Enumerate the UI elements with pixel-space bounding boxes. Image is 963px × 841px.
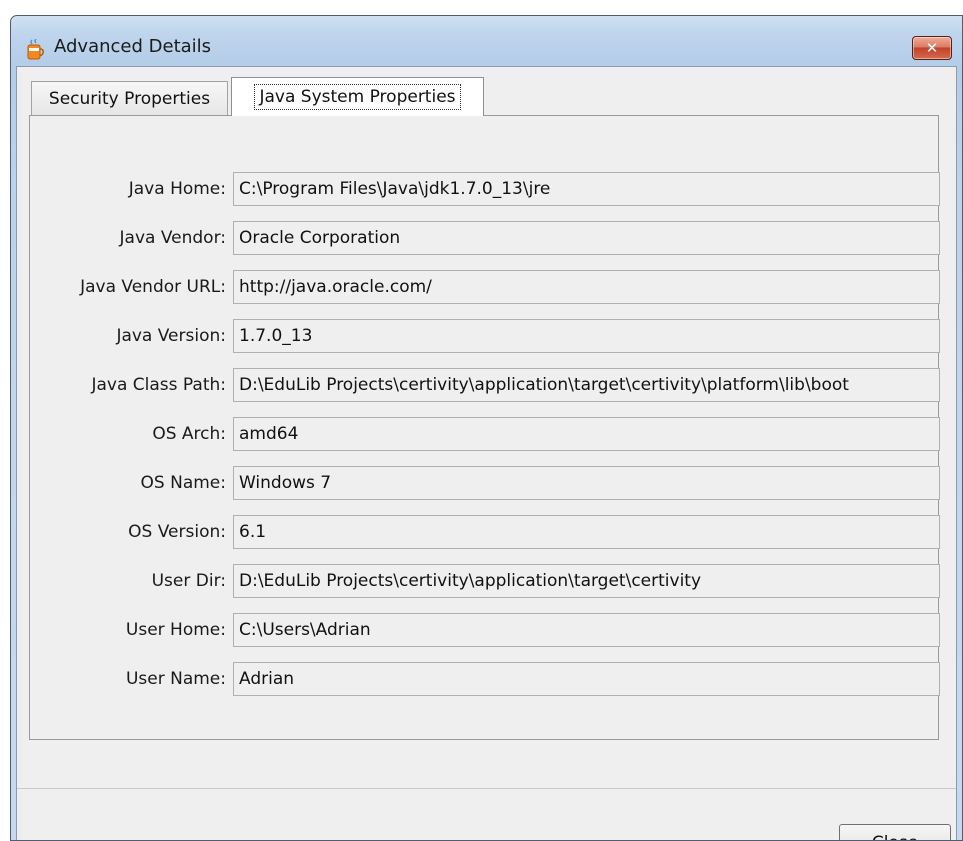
user-dir-field[interactable]: D:\EduLib Projects\certivity\application… xyxy=(233,564,940,598)
tab-label: Java System Properties xyxy=(254,84,461,110)
property-row-user-name: User Name: Adrian xyxy=(30,662,940,696)
dialog-content: Security Properties Java System Properti… xyxy=(16,66,957,840)
java-vendor-field[interactable]: Oracle Corporation xyxy=(233,221,940,255)
java-system-properties-panel: Java Home: C:\Program Files\Java\jdk1.7.… xyxy=(29,115,940,740)
property-label: User Home: xyxy=(125,620,226,640)
property-label: OS Name: xyxy=(140,473,226,493)
property-label: Java Home: xyxy=(128,179,226,199)
property-row-java-class-path: Java Class Path: D:\EduLib Projects\cert… xyxy=(30,368,940,402)
java-vendor-url-field[interactable]: http://java.oracle.com/ xyxy=(233,270,940,304)
tab-label: Security Properties xyxy=(48,88,211,109)
property-row-java-home: Java Home: C:\Program Files\Java\jdk1.7.… xyxy=(30,172,940,206)
property-row-user-dir: User Dir: D:\EduLib Projects\certivity\a… xyxy=(30,564,940,598)
property-label: Java Class Path: xyxy=(91,375,226,395)
java-class-path-field[interactable]: D:\EduLib Projects\certivity\application… xyxy=(233,368,940,402)
property-label: Java Vendor: xyxy=(119,228,226,248)
close-window-button[interactable]: ✕ xyxy=(912,36,952,60)
property-row-os-arch: OS Arch: amd64 xyxy=(30,417,940,451)
user-home-field[interactable]: C:\Users\Adrian xyxy=(233,613,940,647)
property-label: Java Version: xyxy=(116,326,226,346)
property-label: User Dir: xyxy=(151,571,226,591)
property-label: OS Arch: xyxy=(152,424,226,444)
property-row-os-name: OS Name: Windows 7 xyxy=(30,466,940,500)
tab-security-properties[interactable]: Security Properties xyxy=(31,81,228,115)
property-row-java-vendor-url: Java Vendor URL: http://java.oracle.com/ xyxy=(30,270,940,304)
tab-java-system-properties[interactable]: Java System Properties xyxy=(231,77,484,116)
user-name-field[interactable]: Adrian xyxy=(233,662,940,696)
property-label: Java Vendor URL: xyxy=(80,277,226,297)
close-button[interactable]: Close xyxy=(839,824,951,840)
java-home-field[interactable]: C:\Program Files\Java\jdk1.7.0_13\jre xyxy=(233,172,940,206)
java-cup-icon xyxy=(27,39,44,60)
property-label: User Name: xyxy=(125,669,226,689)
footer-separator xyxy=(17,788,956,789)
title-bar[interactable]: Advanced Details ✕ xyxy=(11,16,962,60)
property-label: OS Version: xyxy=(128,522,226,542)
property-row-java-version: Java Version: 1.7.0_13 xyxy=(30,319,940,353)
property-row-java-vendor: Java Vendor: Oracle Corporation xyxy=(30,221,940,255)
close-icon: ✕ xyxy=(925,39,939,57)
advanced-details-window: Advanced Details ✕ Security Properties J… xyxy=(10,15,963,841)
window-title: Advanced Details xyxy=(54,36,212,57)
os-version-field[interactable]: 6.1 xyxy=(233,515,940,549)
os-arch-field[interactable]: amd64 xyxy=(233,417,940,451)
os-name-field[interactable]: Windows 7 xyxy=(233,466,940,500)
property-row-user-home: User Home: C:\Users\Adrian xyxy=(30,613,940,647)
java-version-field[interactable]: 1.7.0_13 xyxy=(233,319,940,353)
property-row-os-version: OS Version: 6.1 xyxy=(30,515,940,549)
